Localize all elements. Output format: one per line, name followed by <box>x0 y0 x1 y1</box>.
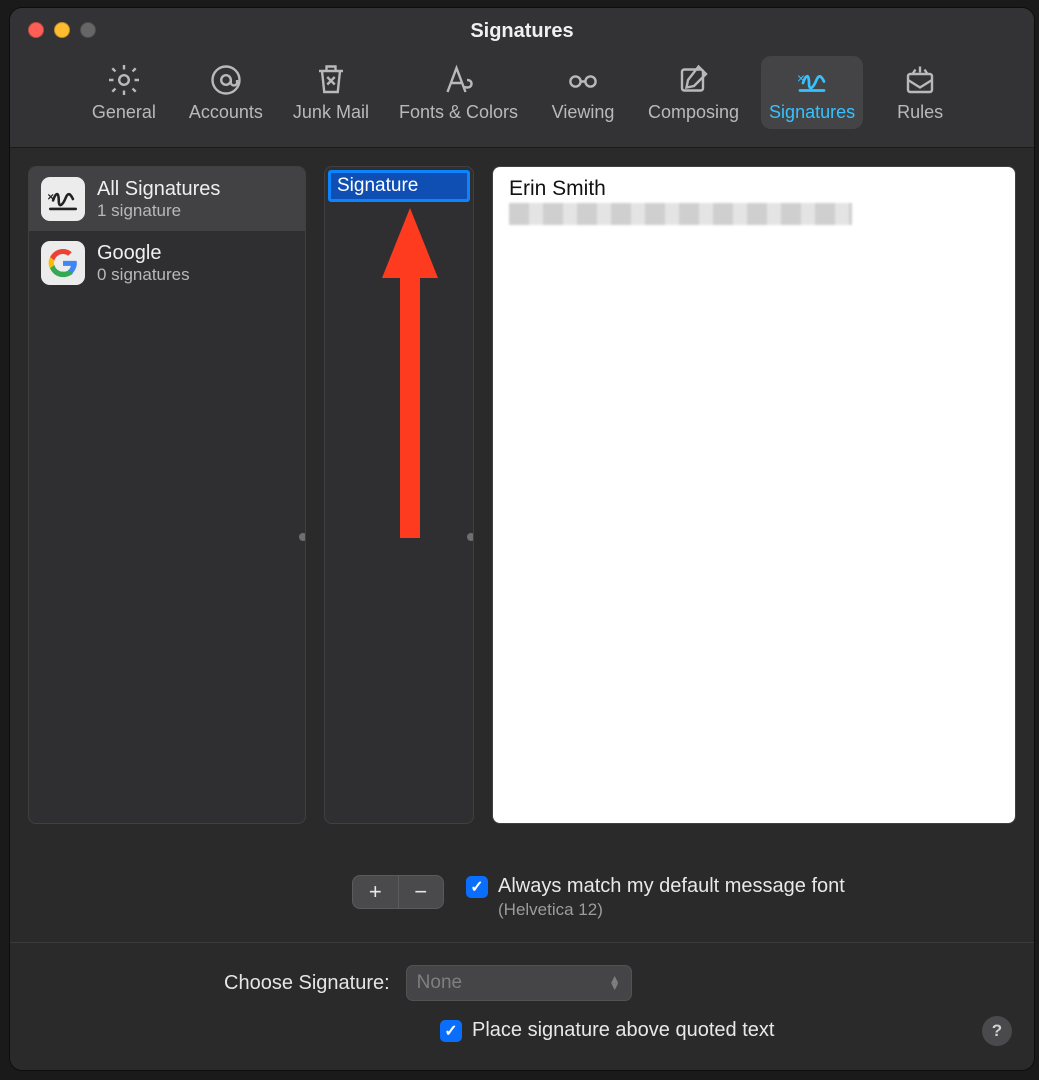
choose-signature-label: Choose Signature: <box>224 972 390 995</box>
window-title: Signatures <box>470 20 573 43</box>
compose-icon <box>676 62 712 98</box>
place-above-quoted-checkbox[interactable]: ✓ <box>440 1020 462 1042</box>
signature-editor[interactable]: Erin Smith <box>493 167 1015 823</box>
chevron-updown-icon: ▲▼ <box>609 976 621 990</box>
tab-viewing[interactable]: Viewing <box>540 56 626 129</box>
tab-rules-label: Rules <box>897 102 943 123</box>
add-signature-button[interactable]: + <box>353 876 398 908</box>
tab-signatures-label: Signatures <box>769 102 855 123</box>
rules-icon <box>902 62 938 98</box>
account-row-subtitle: 0 signatures <box>97 265 190 285</box>
choose-signature-value: None <box>417 972 462 994</box>
tab-viewing-label: Viewing <box>552 102 615 123</box>
tab-junk-mail-label: Junk Mail <box>293 102 369 123</box>
match-default-font-label: Always match my default message font <box>498 875 845 898</box>
account-row-all-signatures[interactable]: × All Signatures 1 signature <box>29 167 305 231</box>
place-above-quoted-label: Place signature above quoted text <box>472 1019 774 1042</box>
glasses-icon <box>565 62 601 98</box>
tab-composing-label: Composing <box>648 102 739 123</box>
add-remove-segmented: + − <box>352 875 444 909</box>
tab-composing[interactable]: Composing <box>640 56 747 129</box>
tab-signatures[interactable]: × Signatures <box>761 56 863 129</box>
account-row-subtitle: 1 signature <box>97 201 220 221</box>
tab-fonts-colors-label: Fonts & Colors <box>399 102 518 123</box>
at-sign-icon <box>208 62 244 98</box>
tab-general-label: General <box>92 102 156 123</box>
remove-signature-button[interactable]: − <box>399 876 444 908</box>
gear-icon <box>106 62 142 98</box>
tab-accounts[interactable]: Accounts <box>181 56 271 129</box>
account-row-google[interactable]: Google 0 signatures <box>29 231 305 295</box>
preferences-toolbar: General Accounts Junk Mail Fonts & Color… <box>10 54 1034 147</box>
signature-icon: × <box>794 62 830 98</box>
tab-general[interactable]: General <box>81 56 167 129</box>
account-row-title: All Signatures <box>97 177 220 201</box>
preferences-window: Signatures General Accounts Junk Mail Fo… <box>10 8 1034 1070</box>
signature-list-item[interactable] <box>328 170 470 202</box>
close-window-button[interactable] <box>28 22 44 38</box>
signature-list-column <box>324 166 474 824</box>
help-button[interactable]: ? <box>982 1016 1012 1046</box>
match-default-font-checkbox[interactable]: ✓ <box>466 876 488 898</box>
window-traffic-lights <box>28 22 96 38</box>
zoom-window-button[interactable] <box>80 22 96 38</box>
footer: Choose Signature: None ▲▼ ✓ Place signat… <box>10 942 1034 1070</box>
titlebar: Signatures <box>10 8 1034 54</box>
default-font-note: (Helvetica 12) <box>498 900 845 920</box>
signatures-content: × All Signatures 1 signature Google 0 si… <box>10 147 1034 861</box>
tab-fonts-colors[interactable]: Fonts & Colors <box>391 56 526 129</box>
accounts-column: × All Signatures 1 signature Google 0 si… <box>28 166 306 824</box>
choose-signature-select[interactable]: None ▲▼ <box>406 965 632 1001</box>
tab-accounts-label: Accounts <box>189 102 263 123</box>
signature-editor-column: Erin Smith <box>492 166 1016 824</box>
trash-icon <box>313 62 349 98</box>
column-resize-handle[interactable] <box>299 533 306 541</box>
fonts-icon <box>440 62 476 98</box>
minimize-window-button[interactable] <box>54 22 70 38</box>
google-account-icon <box>41 241 85 285</box>
all-signatures-icon: × <box>41 177 85 221</box>
signature-editor-line-1: Erin Smith <box>509 177 999 201</box>
column-resize-handle[interactable] <box>467 533 474 541</box>
under-columns-row: + − ✓ Always match my default message fo… <box>10 861 1034 920</box>
redacted-text <box>509 203 852 225</box>
account-row-title: Google <box>97 241 190 265</box>
tab-junk-mail[interactable]: Junk Mail <box>285 56 377 129</box>
signature-name-input[interactable] <box>331 173 467 199</box>
tab-rules[interactable]: Rules <box>877 56 963 129</box>
